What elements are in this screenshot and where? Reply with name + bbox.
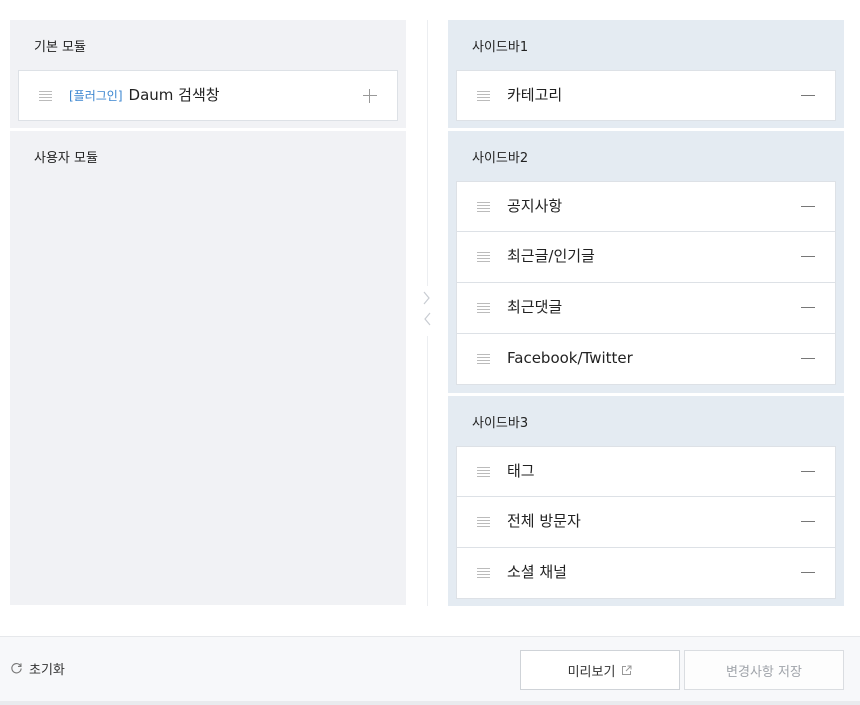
minus-icon[interactable] <box>801 206 815 207</box>
drag-handle-icon[interactable] <box>477 568 490 578</box>
minus-icon[interactable] <box>801 521 815 522</box>
minus-icon[interactable] <box>801 307 815 308</box>
preview-label: 미리보기 <box>567 664 616 680</box>
drag-handle-icon[interactable] <box>477 91 490 101</box>
sidebar-item-label: 태그 <box>507 462 535 480</box>
plugin-tag: [플러그인] <box>69 89 123 103</box>
module-item-label: [플러그인] Daum 검색창 <box>69 71 220 120</box>
sidebar-item-visitors[interactable]: 전체 방문자 <box>456 497 836 548</box>
save-changes-button[interactable]: 변경사항 저장 <box>684 650 844 690</box>
basic-module-group: 기본 모듈 [플러그인] Daum 검색창 <box>10 20 406 128</box>
preview-button[interactable]: 미리보기 <box>520 650 680 690</box>
chevron-right-icon[interactable] <box>423 291 430 305</box>
drag-handle-icon[interactable] <box>477 202 490 212</box>
sidebar-item-category[interactable]: 카테고리 <box>456 70 836 121</box>
module-item-name: Daum 검색창 <box>128 86 220 104</box>
sidebar-item-label: 소셜 채널 <box>507 563 567 581</box>
footer-bottom-border <box>0 701 860 705</box>
minus-icon[interactable] <box>801 572 815 573</box>
move-arrows <box>420 286 434 336</box>
reset-button[interactable]: 초기화 <box>10 659 65 678</box>
minus-icon[interactable] <box>801 256 815 257</box>
sidebar-item-label: 최근글/인기글 <box>507 247 595 265</box>
sidebar2-group: 사이드바2 공지사항 최근글/인기글 최근댓글 Facebook/Twitter <box>448 131 844 393</box>
sidebar2-title: 사이드바2 <box>472 151 529 166</box>
sidebar-item-recent-comments[interactable]: 최근댓글 <box>456 283 836 334</box>
sidebar-item-label: Facebook/Twitter <box>507 349 633 367</box>
minus-icon[interactable] <box>801 471 815 472</box>
drag-handle-icon[interactable] <box>477 252 490 262</box>
sidebar-item-label: 최근댓글 <box>507 298 563 316</box>
module-item-daum-search[interactable]: [플러그인] Daum 검색창 <box>18 70 398 121</box>
minus-icon[interactable] <box>801 358 815 359</box>
sidebar-item-facebook-twitter[interactable]: Facebook/Twitter <box>456 334 836 385</box>
drag-handle-icon[interactable] <box>477 517 490 527</box>
external-link-icon <box>622 665 632 675</box>
reset-label: 초기화 <box>29 663 65 678</box>
minus-icon[interactable] <box>801 95 815 96</box>
action-footer: 초기화 미리보기 변경사항 저장 <box>0 636 860 702</box>
drag-handle-icon[interactable] <box>477 303 490 313</box>
sidebar-item-tag[interactable]: 태그 <box>456 446 836 497</box>
sidebar-item-label: 전체 방문자 <box>507 512 581 530</box>
user-module-group: 사용자 모듈 <box>10 131 406 605</box>
sidebar3-title: 사이드바3 <box>472 416 529 431</box>
sidebar-item-label: 공지사항 <box>507 197 563 215</box>
plus-icon[interactable] <box>363 89 377 103</box>
drag-handle-icon[interactable] <box>477 467 490 477</box>
drag-handle-icon[interactable] <box>477 354 490 364</box>
refresh-icon <box>11 663 22 674</box>
chevron-left-icon[interactable] <box>424 312 431 326</box>
sidebar-item-notice[interactable]: 공지사항 <box>456 181 836 232</box>
module-list-panel: 기본 모듈 [플러그인] Daum 검색창 사용자 모듈 <box>10 20 406 605</box>
sidebar-item-social[interactable]: 소셜 채널 <box>456 548 836 599</box>
sidebar1-group: 사이드바1 카테고리 <box>448 20 844 128</box>
sidebar-item-label: 카테고리 <box>507 86 563 104</box>
sidebar-item-recent-popular[interactable]: 최근글/인기글 <box>456 232 836 283</box>
sidebar1-title: 사이드바1 <box>472 40 529 55</box>
sidebar-layout-panel: 사이드바1 카테고리 사이드바2 공지사항 최근글/인기글 최근댓글 Faceb… <box>448 20 844 606</box>
sidebar3-group: 사이드바3 태그 전체 방문자 소셜 채널 <box>448 396 844 606</box>
save-label: 변경사항 저장 <box>726 664 802 680</box>
user-module-title: 사용자 모듈 <box>34 151 98 166</box>
basic-module-title: 기본 모듈 <box>34 40 86 55</box>
drag-handle-icon[interactable] <box>39 91 52 101</box>
